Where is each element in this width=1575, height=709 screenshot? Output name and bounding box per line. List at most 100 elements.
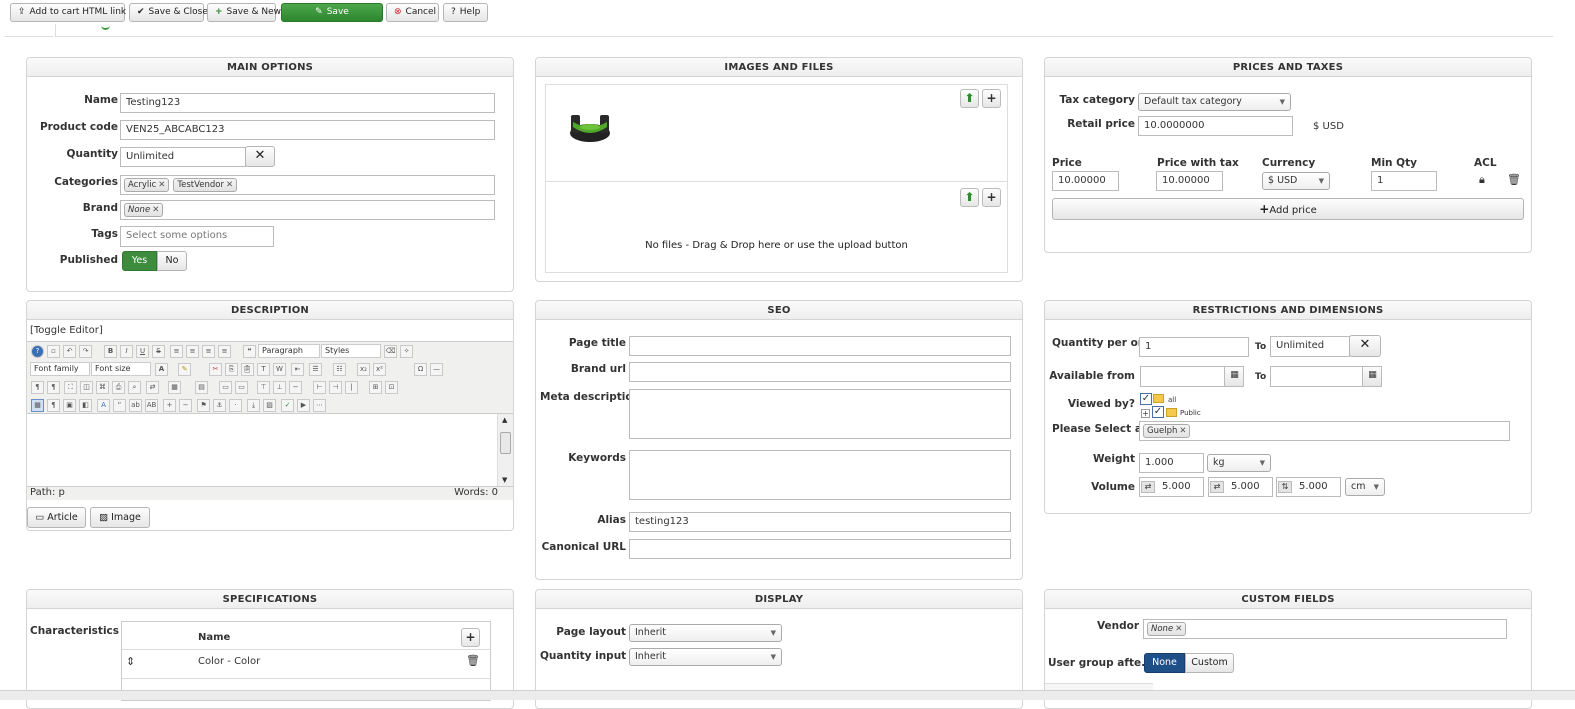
product-thumbnail[interactable] (566, 105, 614, 145)
row-props-icon[interactable]: ▭ (219, 381, 232, 394)
bold-icon[interactable]: B (104, 345, 117, 358)
calendar-icon[interactable]: ▦ (1362, 367, 1381, 386)
paste-text-icon[interactable]: T (257, 363, 270, 376)
user-group-custom-button[interactable]: Custom (1185, 653, 1234, 673)
layer-icon[interactable]: ◧ (79, 399, 92, 412)
clear-quantity-to-button[interactable]: ✕ (1349, 335, 1381, 357)
paragraph-select[interactable]: Paragraph (258, 344, 320, 358)
undo-icon[interactable]: ↶ (63, 345, 76, 358)
file-dropzone[interactable] (545, 182, 1008, 273)
cancel-button[interactable]: ⊗ Cancel (386, 3, 439, 22)
toggle-editor-link[interactable]: [Toggle Editor] (30, 325, 103, 336)
pagebreak-icon[interactable]: ⤓ (247, 399, 260, 412)
remove-tag-icon[interactable]: ✕ (1179, 426, 1186, 436)
drag-handle-icon[interactable]: ⇕ (126, 655, 135, 668)
new-document-icon[interactable]: ▫ (47, 345, 60, 358)
rtl-icon[interactable]: ¶ (47, 381, 60, 394)
delete-row-icon[interactable]: − (289, 381, 302, 394)
horizontal-rule-icon[interactable]: — (430, 363, 443, 376)
viewed-public-checkbox[interactable]: ✓ (1152, 406, 1164, 418)
table-icon[interactable]: ▦ (168, 381, 181, 394)
add-price-button[interactable]: +Add price (1052, 198, 1524, 220)
currency-select[interactable]: $ USD ▼ (1262, 172, 1330, 190)
available-to-input[interactable]: ▦ (1270, 366, 1382, 387)
readmore-icon[interactable]: ⋯ (313, 399, 326, 412)
cell-props-icon[interactable]: ▭ (235, 381, 248, 394)
paste-word-icon[interactable]: W (273, 363, 286, 376)
image-icon[interactable]: ▨ (263, 399, 276, 412)
insert-col-before-icon[interactable]: ⊢ (313, 381, 326, 394)
find-icon[interactable]: ⌕ (128, 381, 141, 394)
italic-icon[interactable]: I (120, 345, 133, 358)
strikethrough-icon[interactable]: S (152, 345, 165, 358)
nonbreaking-icon[interactable]: · (229, 399, 242, 412)
volume-unit-select[interactable]: cm ▼ (1345, 478, 1385, 496)
available-from-input[interactable]: ▦ (1140, 366, 1244, 387)
page-layout-select[interactable]: Inherit ▼ (629, 624, 782, 642)
table-props-icon[interactable]: ▤ (195, 381, 208, 394)
align-right-icon[interactable]: ≡ (202, 345, 215, 358)
anchor-icon[interactable]: ⚓ (213, 399, 226, 412)
superscript-icon[interactable]: x² (373, 363, 386, 376)
help-button[interactable]: ? Help (443, 3, 488, 22)
bottom-scrollbar[interactable] (0, 690, 1575, 700)
clear-formatting-icon[interactable]: ⌫ (384, 345, 397, 358)
copy-icon[interactable]: ⎘ (225, 363, 238, 376)
attribs-icon[interactable]: ⚑ (197, 399, 210, 412)
save-button[interactable]: ✎ Save (281, 3, 383, 22)
canonical-url-input[interactable] (629, 539, 1011, 559)
quantity-input[interactable]: Unlimited (120, 147, 246, 167)
paste-icon[interactable]: 📋︎ (241, 363, 254, 376)
visual-aid-icon[interactable]: ▦ (31, 399, 44, 412)
tags-input[interactable]: Select some options (120, 226, 274, 247)
weight-input[interactable]: 1.000 (1139, 453, 1204, 473)
replace-icon[interactable]: ⇄ (146, 381, 159, 394)
user-group-none-button[interactable]: None (1144, 653, 1185, 673)
published-no-button[interactable]: No (157, 251, 187, 271)
remove-tag-icon[interactable]: ✕ (158, 180, 165, 190)
blockquote-icon[interactable]: ❝ (243, 345, 256, 358)
insert-article-button[interactable]: ▭ Article (27, 507, 86, 528)
description-editor-area[interactable] (27, 414, 497, 486)
style-props-icon[interactable]: A (97, 399, 110, 412)
scroll-up-icon[interactable]: ▲ (502, 416, 507, 424)
min-qty-input[interactable]: 1 (1371, 171, 1437, 191)
delete-icon[interactable]: − (179, 399, 192, 412)
weight-unit-select[interactable]: kg ▼ (1207, 454, 1271, 472)
outdent-icon[interactable]: ⇤ (291, 363, 304, 376)
clean-up-icon[interactable]: ✧ (400, 345, 413, 358)
upload-image-button[interactable]: ⬆ (960, 89, 979, 108)
template-icon[interactable]: ▣ (63, 399, 76, 412)
remove-tag-icon[interactable]: ✕ (1175, 624, 1182, 634)
cite-icon[interactable]: “ (113, 399, 126, 412)
page-title-input[interactable] (629, 336, 1011, 356)
delete-col-icon[interactable]: | (345, 381, 358, 394)
insert-image-button[interactable]: ▨ Image (90, 507, 150, 528)
abbr-icon[interactable]: ab (129, 399, 142, 412)
ltr-icon[interactable]: ¶ (31, 381, 44, 394)
vendor-field[interactable]: None ✕ (1143, 619, 1507, 639)
viewed-all-checkbox[interactable]: ✓ (1140, 393, 1152, 405)
add-to-cart-link-button[interactable]: ⇪ Add to cart HTML link (10, 3, 126, 22)
bullet-list-icon[interactable]: ☰ (309, 363, 322, 376)
add-file-button[interactable]: + (982, 188, 1001, 207)
insert-col-after-icon[interactable]: ⊣ (329, 381, 342, 394)
media-icon[interactable]: ▶ (297, 399, 310, 412)
calendar-icon[interactable]: ▦ (1224, 367, 1243, 386)
remove-tag-icon[interactable]: ✕ (152, 205, 159, 215)
quantity-per-order-from-input[interactable]: 1 (1139, 337, 1249, 357)
upload-file-button[interactable]: ⬆ (960, 188, 979, 207)
cut-icon[interactable]: ✂ (209, 363, 222, 376)
lock-icon[interactable]: 🔒︎ (1479, 173, 1485, 187)
price-with-tax-input[interactable]: 10.00000 (1156, 171, 1223, 191)
select-location-field[interactable]: Guelph ✕ (1139, 421, 1510, 441)
preview-icon[interactable]: ◫ (80, 381, 93, 394)
align-center-icon[interactable]: ≡ (186, 345, 199, 358)
save-new-button[interactable]: + Save & New (207, 3, 281, 22)
text-color-icon[interactable]: A (155, 363, 168, 376)
styles-select[interactable]: Styles (321, 344, 381, 358)
align-justify-icon[interactable]: ≡ (218, 345, 231, 358)
image-dropzone[interactable] (545, 84, 1008, 182)
brand-field[interactable]: None ✕ (120, 200, 495, 220)
retail-price-input[interactable]: 10.0000000 (1138, 116, 1293, 136)
